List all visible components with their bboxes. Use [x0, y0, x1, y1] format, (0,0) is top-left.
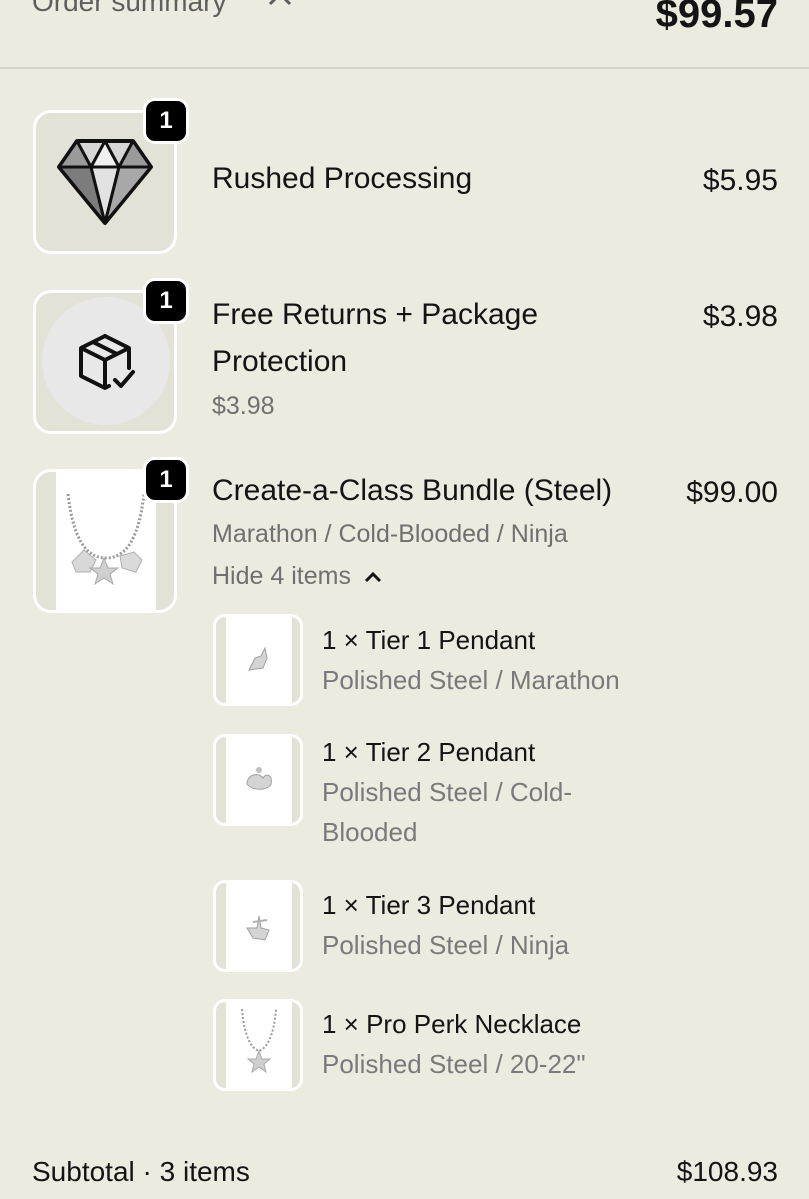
- item-price: $5.95: [702, 164, 778, 197]
- subtotal-value: $108.93: [676, 1156, 778, 1187]
- chevron-up-icon: [364, 571, 382, 582]
- quantity-badge: 1: [143, 457, 189, 503]
- component-name: 1 × Tier 1 Pendant: [322, 625, 536, 655]
- component-name: 1 × Tier 2 Pendant: [322, 737, 536, 767]
- pendant-image: [246, 767, 272, 790]
- component-desc-line-2: Blooded: [322, 817, 418, 847]
- item-thumbnail-package-protection: 1: [33, 278, 189, 434]
- necklace-image: [66, 493, 146, 586]
- component-desc: Polished Steel / Cold-: [322, 777, 573, 807]
- item-title-line-2: Protection: [212, 345, 348, 378]
- component-desc: Polished Steel / Ninja: [322, 930, 570, 960]
- component-desc: Polished Steel / Marathon: [322, 665, 620, 695]
- package-check-icon: [79, 334, 135, 390]
- component-thumbnail: [213, 999, 303, 1091]
- item-title: Create-a-Class Bundle (Steel): [212, 474, 613, 507]
- subtotal-label: Subtotal · 3 items: [32, 1156, 250, 1187]
- hide-items-toggle[interactable]: Hide 4 items: [212, 562, 383, 591]
- component-desc: Polished Steel / 20-22": [322, 1049, 586, 1079]
- component-thumbnail: [213, 880, 303, 972]
- order-total: $99.57: [655, 0, 778, 36]
- component-name: 1 × Tier 3 Pendant: [322, 890, 536, 920]
- necklace-image: [241, 1008, 277, 1074]
- component-name: 1 × Pro Perk Necklace: [322, 1009, 582, 1039]
- item-unit-price: $3.98: [212, 392, 275, 420]
- item-thumbnail-rushed-processing: 1: [33, 98, 189, 254]
- item-title: Rushed Processing: [212, 162, 473, 195]
- item-thumbnail-bundle: 1: [33, 457, 189, 613]
- order-summary-header[interactable]: Order summary $99.57: [0, 0, 809, 69]
- quantity-badge: 1: [143, 278, 189, 324]
- order-summary-label: Order summary: [32, 0, 227, 17]
- component-thumbnail: [213, 614, 303, 706]
- pendant-image: [246, 915, 270, 941]
- item-price: $3.98: [702, 300, 778, 333]
- pendant-image: [248, 646, 268, 671]
- quantity-badge: 1: [143, 98, 189, 144]
- chevron-up-icon: [268, 0, 292, 6]
- item-price: $99.00: [686, 476, 778, 509]
- item-title-line-1: Free Returns + Package: [212, 298, 539, 331]
- item-variant: Marathon / Cold-Blooded / Ninja: [212, 520, 568, 548]
- diamond-icon: [57, 139, 153, 225]
- hide-items-label: Hide 4 items: [212, 562, 351, 590]
- component-thumbnail: [213, 734, 303, 826]
